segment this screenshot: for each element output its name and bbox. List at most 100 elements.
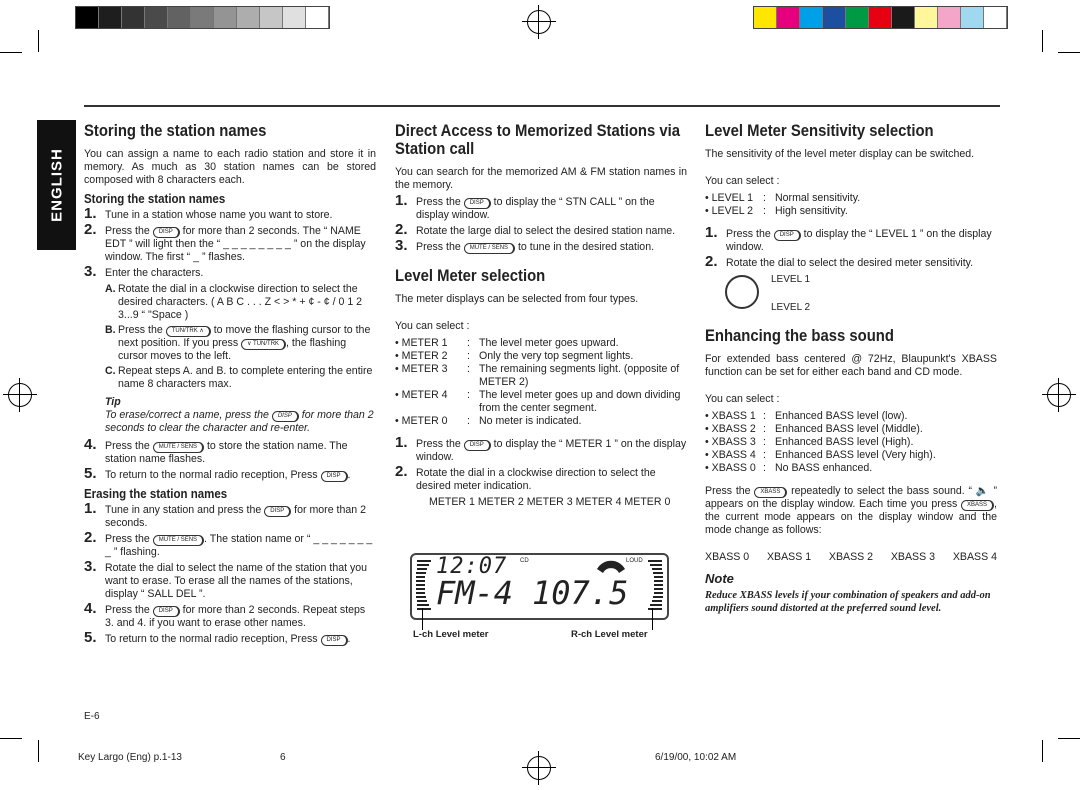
text-run: Erasing the station names	[84, 487, 228, 501]
colon: :	[467, 363, 470, 375]
crop-mark	[1058, 738, 1080, 739]
text-run: Press the	[105, 533, 153, 545]
numbered-step: 2. Rotate the dial to select the desired …	[705, 253, 997, 270]
text-run: You can select :	[395, 320, 470, 332]
color-swatch	[283, 7, 306, 28]
text-run: Rotate the dial to select the desired me…	[726, 257, 974, 269]
text-run: Press the	[105, 604, 153, 616]
option-item: • LEVEL 1: Normal sensitivity.	[705, 192, 997, 205]
button-glyph-xbass: XBASS	[754, 487, 788, 498]
numbered-step: 1. Tune in a station whose name you want …	[84, 206, 376, 222]
crop-mark	[1058, 52, 1080, 53]
option-key: • METER 4	[395, 389, 448, 401]
option-item: • XBASS 3: Enhanced BASS level (High).	[705, 436, 997, 449]
text-run: Repeat steps A. and B. to complete enter…	[118, 365, 373, 390]
option-item: • METER 1: The level meter goes upward.	[395, 337, 687, 350]
numbered-step: 2. Rotate the large dial to select the de…	[395, 222, 687, 238]
text-run: Note	[705, 571, 734, 586]
text-run: Level Meter selection	[395, 267, 546, 285]
paragraph: Press the XBASS repeatedly to select the…	[705, 485, 997, 537]
option-item: • METER 4: The level meter goes up and do…	[395, 389, 687, 415]
color-swatch	[237, 7, 260, 28]
numbered-step: 1. Tune in any station and press the DISP…	[84, 501, 376, 530]
option-item: • XBASS 2: Enhanced BASS level (Middle).	[705, 423, 997, 436]
numbered-step: 4. Press the DISP for more than 2 seconds…	[84, 600, 376, 630]
colon: :	[467, 415, 470, 427]
text-run: Tune in a station whose name you want to…	[105, 209, 333, 221]
colon: :	[763, 410, 766, 422]
subsection-heading: Erasing the station names	[84, 488, 374, 501]
color-swatch	[984, 7, 1007, 28]
step-number: 1.	[395, 434, 408, 451]
button-glyph--tun-trk: ∨ TUN/TRK	[241, 339, 287, 350]
step-number: 2.	[705, 253, 718, 270]
text-run: To return to the normal radio reception,…	[105, 633, 321, 645]
option-desc: Only the very top segment lights.	[479, 350, 634, 362]
crop-mark	[0, 52, 22, 53]
colon: :	[763, 436, 766, 448]
numbered-step: 2. Rotate the dial in a clockwise directi…	[395, 464, 687, 493]
numbered-step: 4. Press the MUTE / SENS to store the sta…	[84, 436, 376, 466]
text-run: Press the	[118, 324, 166, 336]
page-number: 6	[280, 752, 286, 763]
option-item: • LEVEL 2: High sensitivity.	[705, 205, 997, 218]
colon: :	[763, 205, 766, 217]
button-glyph-tun-trk-: TUN/TRK ∧	[165, 326, 211, 337]
text-run: Reduce XBASS levels if your combination …	[705, 590, 991, 614]
section-heading: Level Meter selection	[395, 267, 687, 285]
timestamp: 6/19/00, 10:02 AM	[655, 752, 737, 763]
subsection-heading: Storing the station names	[84, 193, 374, 206]
text-run: Press the	[726, 228, 774, 240]
option-desc: Enhanced BASS level (Very high).	[775, 449, 936, 461]
language-tab: ENGLISH	[37, 120, 76, 250]
color-swatch	[938, 7, 961, 28]
text-run: The sensitivity of the level meter displ…	[705, 148, 975, 160]
right-channel-label: R-ch Level meter	[571, 629, 648, 640]
step-number: A.	[105, 283, 116, 295]
colon: :	[763, 462, 766, 474]
text-run: For extended bass centered @ 72Hz, Blaup…	[705, 353, 997, 378]
text-run: Storing the station names	[84, 122, 267, 140]
mode-item: XBASS 2	[828, 551, 874, 563]
button-glyph-disp: DISP	[320, 471, 348, 482]
text-run: The meter displays can be selected from …	[395, 293, 639, 305]
mode-item: XBASS 3	[890, 551, 936, 563]
step-number: 3.	[395, 237, 408, 254]
step-number: C.	[105, 365, 116, 377]
language-tab-label: ENGLISH	[48, 148, 65, 222]
mode-item: XBASS 0	[705, 551, 750, 563]
button-glyph-disp: DISP	[152, 227, 180, 238]
color-swatch	[800, 7, 823, 28]
step-number: 2.	[84, 221, 97, 238]
color-swatch	[122, 7, 145, 28]
paragraph: The sensitivity of the level meter displ…	[705, 148, 997, 161]
numbered-step: 3. Press the MUTE / SENS to tune in the d…	[395, 237, 687, 254]
tip-heading: Tip	[105, 396, 121, 408]
option-desc: Enhanced BASS level (High).	[775, 436, 914, 448]
column-sensitivity-bass: Level Meter Sensitivity selection The sen…	[705, 122, 997, 615]
color-swatch	[846, 7, 869, 28]
paragraph: You can select :	[395, 320, 687, 333]
colon: :	[467, 389, 470, 401]
color-swatch	[214, 7, 237, 28]
option-key: • XBASS 0	[705, 462, 756, 474]
color-swatch	[754, 7, 777, 28]
option-key: • XBASS 1	[705, 410, 756, 422]
step-number: 2.	[84, 529, 97, 546]
step-number: 4.	[84, 436, 97, 453]
step-number: 4.	[84, 600, 97, 617]
text-run: You can assign a name to each radio stat…	[84, 148, 376, 186]
numbered-step: 2. Press the MUTE / SENS. The station nam…	[84, 529, 376, 559]
step-number: 1.	[395, 192, 408, 209]
button-glyph-disp: DISP	[463, 440, 491, 451]
leader-line	[422, 608, 423, 630]
step-number: 5.	[84, 465, 97, 482]
manual-page: ENGLISH Storing the station names You can…	[0, 0, 1080, 790]
button-glyph-disp: DISP	[320, 635, 348, 646]
dial-level-1: LEVEL 1	[771, 274, 811, 285]
lcd-band: FM-4	[436, 574, 514, 612]
numbered-step: 1. Press the DISP to display the “ STN CA…	[395, 192, 687, 222]
